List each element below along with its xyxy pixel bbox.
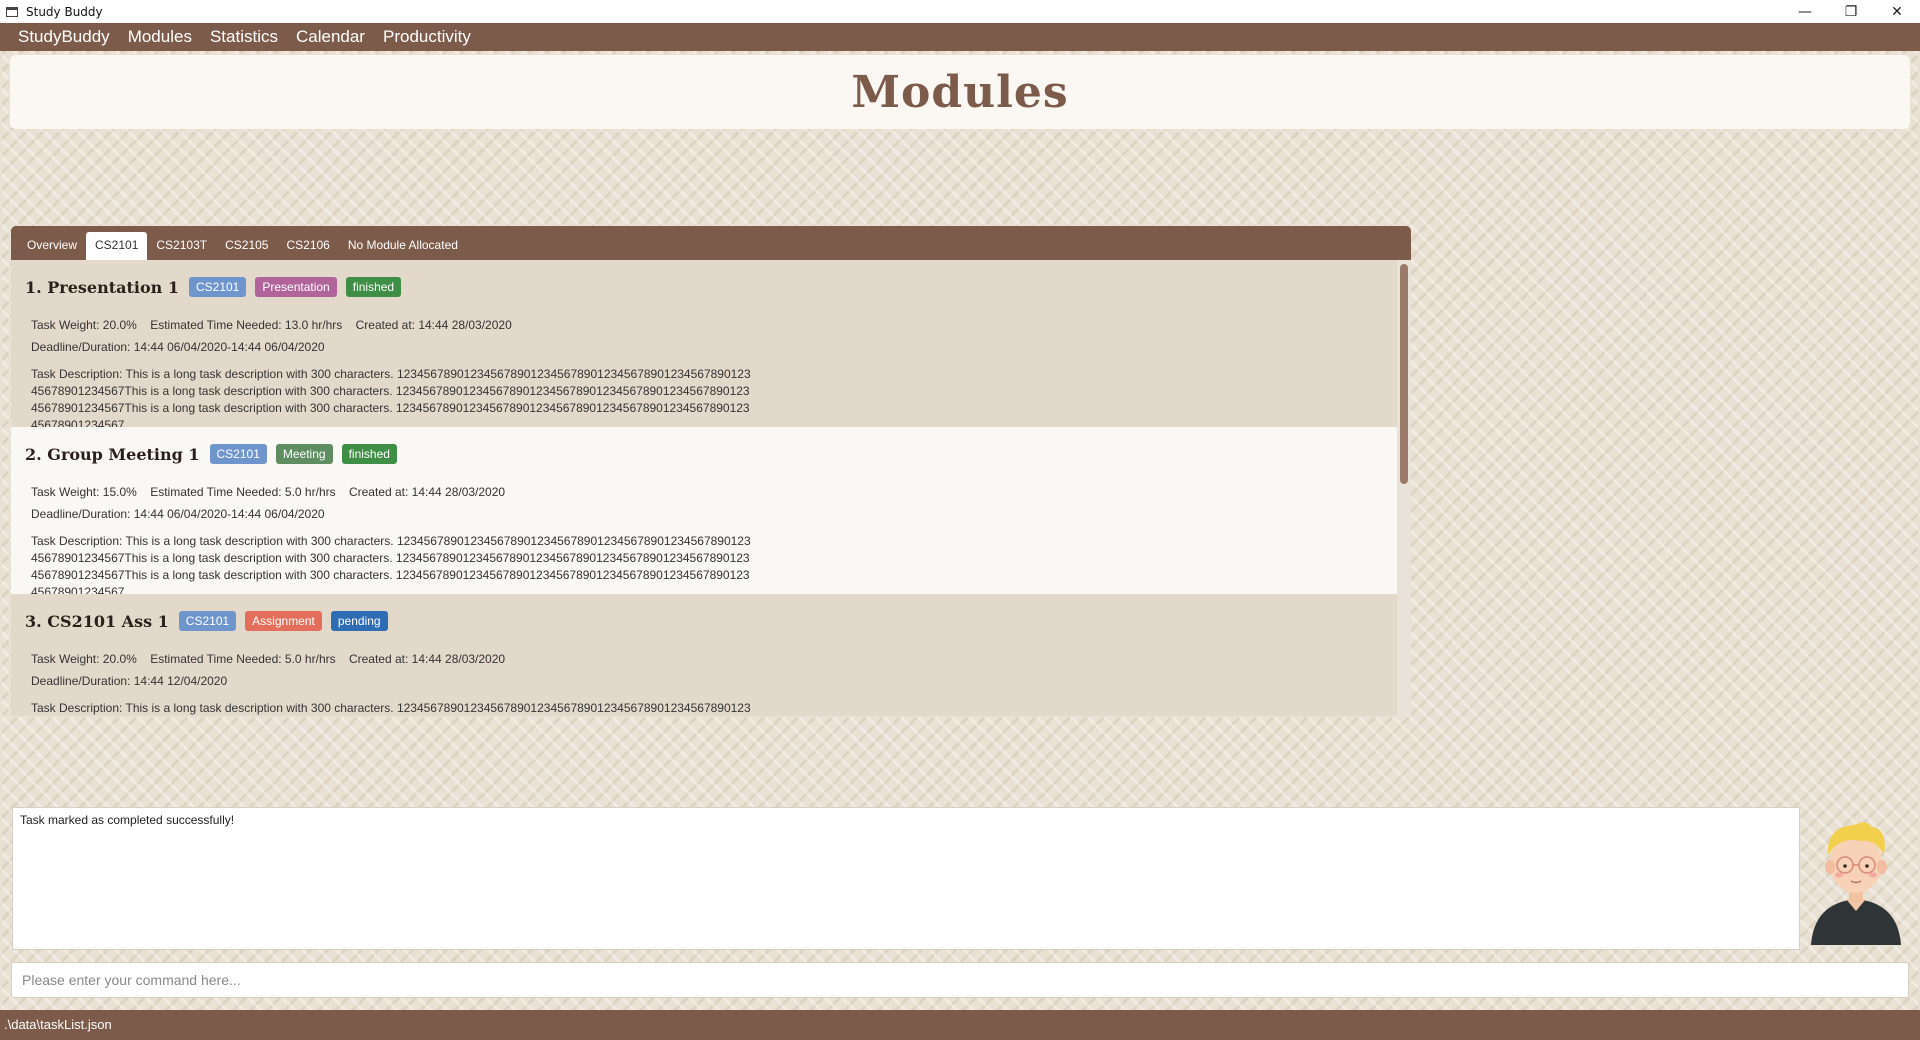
- tab-cs2101[interactable]: CS2101: [86, 232, 148, 260]
- task-weight: Task Weight: 15.0%: [31, 485, 137, 499]
- task-description: Task Description: This is a long task de…: [31, 701, 751, 715]
- task-estimated-time: Estimated Time Needed: 13.0 hr/hrs: [150, 318, 343, 332]
- status-badge: finished: [345, 277, 402, 297]
- task-created: Created at: 14:44 28/03/2020: [348, 485, 506, 499]
- menu-bar: StudyBuddy Modules Statistics Calendar P…: [0, 23, 1920, 51]
- task-card[interactable]: 3. CS2101 Ass 1 CS2101 Assignment pendin…: [11, 594, 1411, 716]
- tab-overview[interactable]: Overview: [18, 232, 86, 260]
- tab-cs2103t[interactable]: CS2103T: [147, 232, 216, 260]
- type-tag: Meeting: [275, 444, 333, 464]
- command-input[interactable]: [11, 962, 1909, 998]
- task-weight: Task Weight: 20.0%: [31, 652, 137, 666]
- module-tag: CS2101: [209, 444, 267, 464]
- scroll-thumb[interactable]: [1400, 264, 1408, 484]
- window-title: Study Buddy: [26, 4, 103, 19]
- task-list[interactable]: 1. Presentation 1 CS2101 Presentation fi…: [11, 260, 1411, 716]
- task-card[interactable]: 1. Presentation 1 CS2101 Presentation fi…: [11, 260, 1411, 432]
- tab-cs2105[interactable]: CS2105: [216, 232, 277, 260]
- module-tag: CS2101: [188, 277, 247, 297]
- status-bar-file-path: .\data\taskList.json: [0, 1010, 1920, 1040]
- app-icon: [6, 6, 18, 17]
- task-estimated-time: Estimated Time Needed: 5.0 hr/hrs: [150, 652, 336, 666]
- mascot-avatar-icon: [1811, 822, 1901, 945]
- task-description: Task Description: This is a long task de…: [31, 534, 751, 599]
- menu-productivity[interactable]: Productivity: [374, 27, 480, 47]
- module-tab-panel: Overview CS2101 CS2103T CS2105 CS2106 No…: [11, 226, 1411, 716]
- status-badge: finished: [341, 444, 397, 464]
- minimize-button[interactable]: —: [1782, 0, 1828, 23]
- result-display: Task marked as completed successfully!: [12, 807, 1800, 950]
- tab-no-module[interactable]: No Module Allocated: [339, 232, 467, 260]
- task-title: 2. Group Meeting 1: [25, 444, 200, 464]
- module-tag: CS2101: [178, 611, 237, 631]
- window-controls: — ❐ ✕: [1782, 0, 1920, 23]
- task-deadline: Deadline/Duration: 14:44 06/04/2020-14:4…: [31, 340, 325, 354]
- task-weight: Task Weight: 20.0%: [31, 318, 137, 332]
- task-list-scrollbar[interactable]: [1397, 260, 1411, 716]
- task-created: Created at: 14:44 28/03/2020: [355, 318, 512, 332]
- task-header: 2. Group Meeting 1 CS2101 Meeting finish…: [25, 441, 1411, 467]
- task-card[interactable]: 2. Group Meeting 1 CS2101 Meeting finish…: [11, 427, 1411, 599]
- task-meta: Task Weight: 15.0% Estimated Time Needed…: [31, 481, 1411, 525]
- type-tag: Assignment: [245, 611, 322, 631]
- window-titlebar: Study Buddy — ❐ ✕: [0, 0, 1920, 23]
- task-description: Task Description: This is a long task de…: [31, 367, 751, 432]
- task-title: 3. CS2101 Ass 1: [25, 611, 169, 631]
- restore-button[interactable]: ❐: [1828, 0, 1874, 23]
- task-header: 3. CS2101 Ass 1 CS2101 Assignment pendin…: [25, 608, 1411, 634]
- task-meta: Task Weight: 20.0% Estimated Time Needed…: [31, 314, 1411, 358]
- task-created: Created at: 14:44 28/03/2020: [348, 652, 506, 666]
- tab-cs2106[interactable]: CS2106: [277, 232, 338, 260]
- task-header: 1. Presentation 1 CS2101 Presentation fi…: [25, 274, 1411, 300]
- type-tag: Presentation: [255, 277, 337, 297]
- task-estimated-time: Estimated Time Needed: 5.0 hr/hrs: [150, 485, 336, 499]
- task-title: 1. Presentation 1: [25, 277, 179, 297]
- menu-modules[interactable]: Modules: [119, 27, 201, 47]
- tab-bar: Overview CS2101 CS2103T CS2105 CS2106 No…: [11, 226, 1411, 260]
- menu-statistics[interactable]: Statistics: [201, 27, 287, 47]
- menu-studybuddy[interactable]: StudyBuddy: [9, 27, 119, 47]
- task-meta: Task Weight: 20.0% Estimated Time Needed…: [31, 648, 1411, 692]
- task-deadline: Deadline/Duration: 14:44 06/04/2020-14:4…: [31, 507, 325, 521]
- close-button[interactable]: ✕: [1874, 0, 1920, 23]
- status-badge: pending: [330, 611, 388, 631]
- task-deadline: Deadline/Duration: 14:44 12/04/2020: [31, 674, 228, 688]
- page-title: Modules: [851, 66, 1069, 118]
- header-card: Modules: [10, 55, 1910, 129]
- menu-calendar[interactable]: Calendar: [287, 27, 374, 47]
